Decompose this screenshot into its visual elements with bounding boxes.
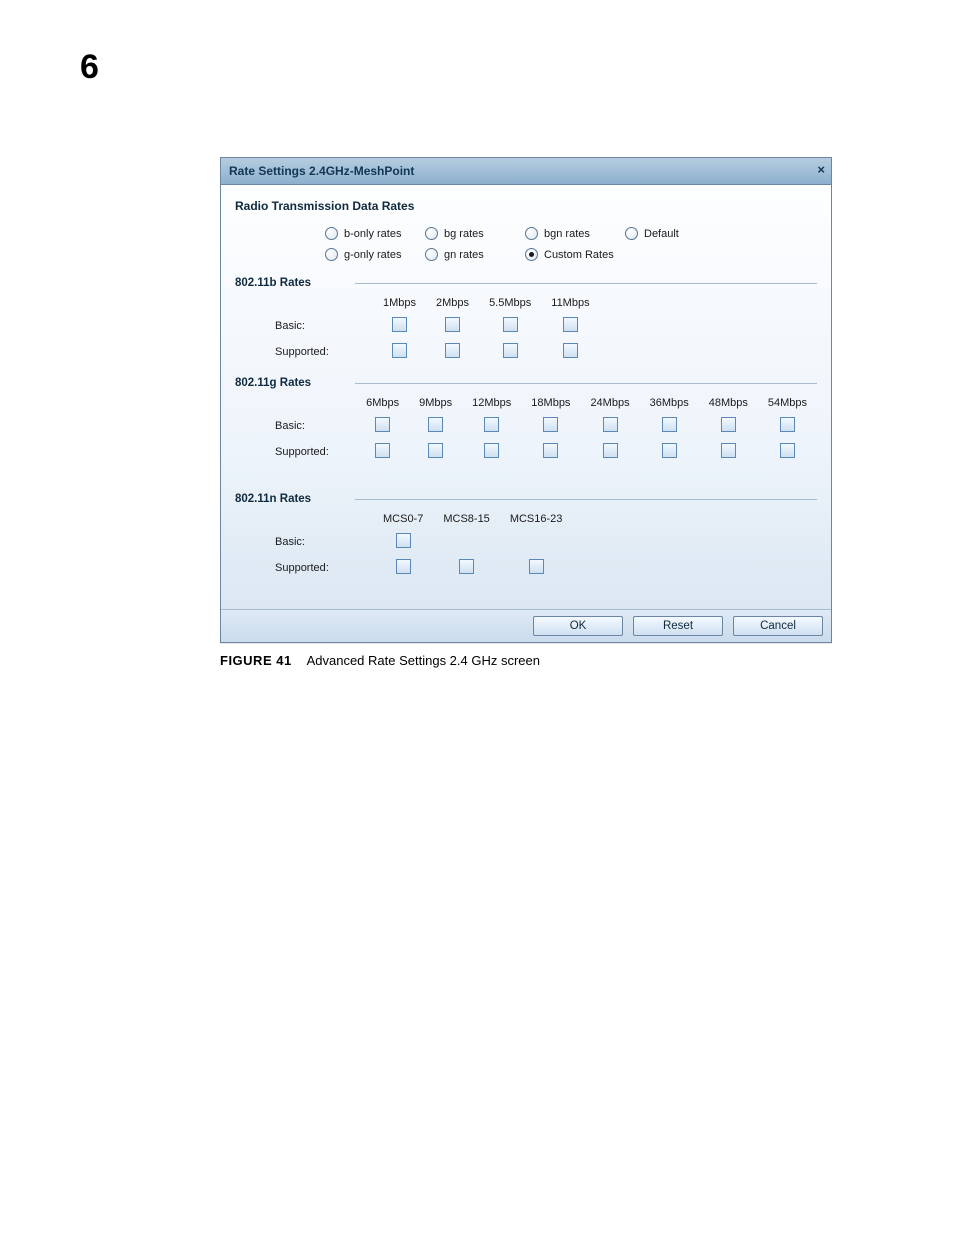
checkbox[interactable] — [780, 443, 795, 458]
checkbox[interactable] — [445, 317, 460, 332]
col-header: 5.5Mbps — [479, 293, 541, 313]
figure-label: FIGURE 41 — [220, 653, 292, 668]
checkbox[interactable] — [603, 417, 618, 432]
radio-transmission-heading: Radio Transmission Data Rates — [235, 199, 817, 213]
col-header: 18Mbps — [521, 393, 580, 413]
dialog-titlebar: Rate Settings 2.4GHz-MeshPoint × — [221, 158, 831, 185]
row-label-supported: Supported: — [265, 439, 356, 465]
radio-label: gn rates — [444, 249, 484, 261]
col-header: 11Mbps — [541, 293, 599, 313]
row-label-supported: Supported: — [265, 339, 373, 365]
row-label-basic: Basic: — [265, 529, 373, 555]
checkbox[interactable] — [721, 443, 736, 458]
divider — [355, 383, 817, 384]
checkbox[interactable] — [503, 343, 518, 358]
radio-default[interactable] — [625, 227, 638, 240]
checkbox[interactable] — [428, 443, 443, 458]
rates-table-g: 6Mbps 9Mbps 12Mbps 18Mbps 24Mbps 36Mbps … — [265, 393, 817, 465]
checkbox[interactable] — [543, 417, 558, 432]
ok-button[interactable]: OK — [533, 616, 623, 636]
radio-label: bgn rates — [544, 228, 590, 240]
col-header: MCS16-23 — [500, 509, 573, 529]
row-label-supported: Supported: — [265, 555, 373, 581]
radio-label: g-only rates — [344, 249, 401, 261]
rate-settings-dialog: Rate Settings 2.4GHz-MeshPoint × Radio T… — [220, 157, 832, 643]
checkbox[interactable] — [375, 443, 390, 458]
checkbox[interactable] — [396, 533, 411, 548]
checkbox[interactable] — [392, 317, 407, 332]
col-header: 2Mbps — [426, 293, 479, 313]
col-header: MCS0-7 — [373, 509, 433, 529]
checkbox[interactable] — [503, 317, 518, 332]
col-header: 48Mbps — [699, 393, 758, 413]
radio-label: Custom Rates — [544, 249, 614, 261]
figure-caption: FIGURE 41 Advanced Rate Settings 2.4 GHz… — [220, 653, 894, 668]
col-header: 12Mbps — [462, 393, 521, 413]
table-row: Supported: — [265, 339, 600, 365]
row-label-basic: Basic: — [265, 413, 356, 439]
dialog-footer: OK Reset Cancel — [221, 609, 831, 642]
rates-table-b: 1Mbps 2Mbps 5.5Mbps 11Mbps Basic: Suppor… — [265, 293, 600, 365]
table-row: Basic: — [265, 413, 817, 439]
divider — [355, 283, 817, 284]
radio-gn[interactable] — [425, 248, 438, 261]
checkbox[interactable] — [662, 417, 677, 432]
row-label-basic: Basic: — [265, 313, 373, 339]
col-header: MCS8-15 — [433, 509, 499, 529]
radio-label: Default — [644, 228, 679, 240]
radio-label: b-only rates — [344, 228, 401, 240]
table-row: Basic: — [265, 313, 600, 339]
checkbox[interactable] — [529, 559, 544, 574]
checkbox[interactable] — [445, 343, 460, 358]
col-header: 24Mbps — [580, 393, 639, 413]
checkbox[interactable] — [563, 317, 578, 332]
cancel-button[interactable]: Cancel — [733, 616, 823, 636]
checkbox[interactable] — [396, 559, 411, 574]
legend-802-11b: 802.11b Rates — [235, 277, 355, 289]
reset-button[interactable]: Reset — [633, 616, 723, 636]
radio-bg[interactable] — [425, 227, 438, 240]
col-header: 36Mbps — [640, 393, 699, 413]
rates-table-n: MCS0-7 MCS8-15 MCS16-23 Basic: Supported… — [265, 509, 572, 581]
radio-label: bg rates — [444, 228, 484, 240]
col-header: 6Mbps — [356, 393, 409, 413]
page-number: 6 — [80, 48, 894, 87]
checkbox[interactable] — [543, 443, 558, 458]
legend-802-11g: 802.11g Rates — [235, 377, 355, 389]
legend-802-11n: 802.11n Rates — [235, 493, 355, 505]
checkbox[interactable] — [428, 417, 443, 432]
radio-b-only[interactable] — [325, 227, 338, 240]
rate-preset-radios: b-only rates bg rates bgn rates Default … — [325, 223, 817, 265]
checkbox[interactable] — [484, 443, 499, 458]
divider — [355, 499, 817, 500]
checkbox[interactable] — [603, 443, 618, 458]
figure-text: Advanced Rate Settings 2.4 GHz screen — [307, 653, 540, 668]
table-row: Supported: — [265, 555, 572, 581]
radio-g-only[interactable] — [325, 248, 338, 261]
checkbox[interactable] — [459, 559, 474, 574]
checkbox[interactable] — [392, 343, 407, 358]
radio-bgn[interactable] — [525, 227, 538, 240]
table-row: Supported: — [265, 439, 817, 465]
close-icon[interactable]: × — [817, 162, 825, 177]
dialog-title-text: Rate Settings 2.4GHz-MeshPoint — [229, 164, 414, 178]
checkbox[interactable] — [721, 417, 736, 432]
checkbox[interactable] — [662, 443, 677, 458]
checkbox[interactable] — [375, 417, 390, 432]
col-header: 9Mbps — [409, 393, 462, 413]
col-header: 54Mbps — [758, 393, 817, 413]
table-row: Basic: — [265, 529, 572, 555]
checkbox[interactable] — [563, 343, 578, 358]
checkbox[interactable] — [780, 417, 795, 432]
checkbox[interactable] — [484, 417, 499, 432]
col-header: 1Mbps — [373, 293, 426, 313]
radio-custom[interactable] — [525, 248, 538, 261]
